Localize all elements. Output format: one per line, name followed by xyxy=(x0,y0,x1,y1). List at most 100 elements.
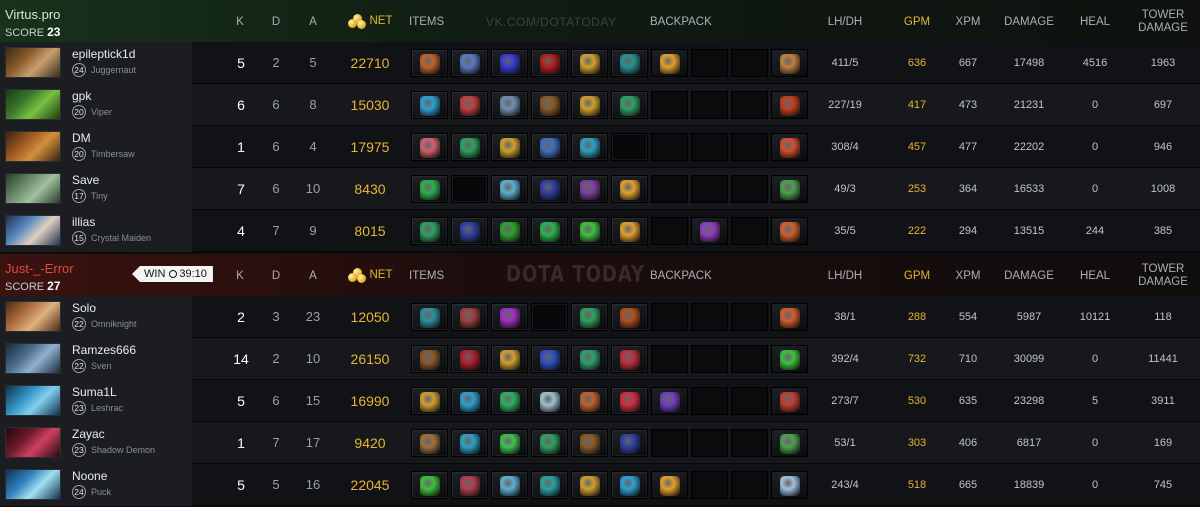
item-slot[interactable] xyxy=(531,387,568,415)
item-slot[interactable] xyxy=(411,217,448,245)
item-slot[interactable] xyxy=(571,49,608,77)
player-row[interactable]: Solo 22 Omniknight 2 3 23 12050 38/1 288 554 5987 1… xyxy=(0,296,1200,338)
item-slot[interactable] xyxy=(531,49,568,77)
item-slot[interactable] xyxy=(411,175,448,203)
player-row[interactable]: illias 15 Crystal Maiden 4 7 9 8015 35/5 222 294 1… xyxy=(0,210,1200,252)
player-row[interactable]: Save 17 Tiny 7 6 10 8430 49/3 253 364 16533 0 1008 xyxy=(0,168,1200,210)
player-row[interactable]: Suma1L 23 Leshrac 5 6 15 16990 273/7 530 635 23298… xyxy=(0,380,1200,422)
player-row[interactable]: epileptick1d 24 Juggernaut 5 2 5 22710 411/5 636… xyxy=(0,42,1200,84)
assists: 10 xyxy=(305,181,321,196)
item-slot[interactable] xyxy=(491,429,528,457)
item-slot[interactable] xyxy=(571,387,608,415)
item-icon xyxy=(580,434,600,454)
hero-damage: 13515 xyxy=(1013,225,1045,237)
item-slot[interactable] xyxy=(491,345,528,373)
item-slot[interactable] xyxy=(611,387,648,415)
item-slot[interactable] xyxy=(531,91,568,119)
backpack-slot[interactable] xyxy=(691,217,728,245)
last-hits-denies: 35/5 xyxy=(834,225,856,237)
item-slot[interactable] xyxy=(491,91,528,119)
item-slot[interactable] xyxy=(531,133,568,161)
item-slot[interactable] xyxy=(611,91,648,119)
net-worth: 8015 xyxy=(354,223,386,239)
item-slot[interactable] xyxy=(491,471,528,499)
item-slot[interactable] xyxy=(571,217,608,245)
item-slot[interactable] xyxy=(411,345,448,373)
net-worth: 22045 xyxy=(350,477,390,493)
item-slot[interactable] xyxy=(411,133,448,161)
kills: 14 xyxy=(233,351,249,367)
item-slot[interactable] xyxy=(451,91,488,119)
player-row[interactable]: Zayac 23 Shadow Demon 1 7 17 9420 53/1 303 406 681… xyxy=(0,422,1200,464)
item-slot[interactable] xyxy=(531,217,568,245)
item-slot[interactable] xyxy=(451,49,488,77)
item-slot[interactable] xyxy=(611,49,648,77)
item-slot[interactable] xyxy=(611,429,648,457)
item-slot[interactable] xyxy=(451,217,488,245)
backpack-slot xyxy=(731,471,768,499)
item-slot[interactable] xyxy=(451,429,488,457)
backpack-slot xyxy=(731,91,768,119)
player-row[interactable]: Ramzes666 22 Sven 14 2 10 26150 392/4 732 710 3009… xyxy=(0,338,1200,380)
item-slot[interactable] xyxy=(451,387,488,415)
item-slot[interactable] xyxy=(411,49,448,77)
item-slot[interactable] xyxy=(611,217,648,245)
neutral-item-slot[interactable] xyxy=(771,217,808,245)
item-slot[interactable] xyxy=(531,175,568,203)
player-row[interactable]: Noone 24 Puck 5 5 16 22045 243/4 518 665 18839 0 745 xyxy=(0,464,1200,506)
item-slot[interactable] xyxy=(491,217,528,245)
item-slot[interactable] xyxy=(451,471,488,499)
player-name: Ramzes666 xyxy=(72,343,137,357)
item-slot[interactable] xyxy=(531,345,568,373)
item-icon xyxy=(500,138,520,158)
item-slot[interactable] xyxy=(411,429,448,457)
item-slot[interactable] xyxy=(531,471,568,499)
item-slot[interactable] xyxy=(611,471,648,499)
neutral-item-slot[interactable] xyxy=(771,345,808,373)
backpack-slot[interactable] xyxy=(651,471,688,499)
player-row[interactable]: DM 20 Timbersaw 1 6 4 17975 308/4 457 477 22202 0 94… xyxy=(0,126,1200,168)
neutral-item-slot[interactable] xyxy=(771,471,808,499)
item-slot[interactable] xyxy=(571,175,608,203)
item-icon xyxy=(780,434,800,454)
neutral-item-slot[interactable] xyxy=(771,91,808,119)
item-slot[interactable] xyxy=(611,175,648,203)
item-slot[interactable] xyxy=(491,175,528,203)
neutral-item-slot[interactable] xyxy=(771,387,808,415)
item-slot[interactable] xyxy=(571,133,608,161)
backpack-slot[interactable] xyxy=(651,387,688,415)
player-row[interactable]: gpk 20 Viper 6 6 8 15030 227/19 417 473 21231 0 697 xyxy=(0,84,1200,126)
neutral-item-slot[interactable] xyxy=(771,303,808,331)
backpack-slot xyxy=(691,429,728,457)
item-slot[interactable] xyxy=(451,133,488,161)
neutral-item-slot[interactable] xyxy=(771,49,808,77)
item-slot[interactable] xyxy=(611,303,648,331)
neutral-item-slot[interactable] xyxy=(771,175,808,203)
item-slot[interactable] xyxy=(571,345,608,373)
item-slot xyxy=(531,303,568,331)
item-slot[interactable] xyxy=(491,49,528,77)
col-damage: DAMAGE xyxy=(1004,16,1054,28)
item-slot[interactable] xyxy=(611,345,648,373)
item-slot[interactable] xyxy=(571,471,608,499)
item-slot[interactable] xyxy=(571,429,608,457)
item-slot[interactable] xyxy=(451,345,488,373)
item-slot[interactable] xyxy=(531,429,568,457)
neutral-item-slot[interactable] xyxy=(771,133,808,161)
healing: 4516 xyxy=(1082,57,1108,69)
item-slot[interactable] xyxy=(571,91,608,119)
item-slot[interactable] xyxy=(411,303,448,331)
item-slot[interactable] xyxy=(451,303,488,331)
backpack-slot[interactable] xyxy=(651,49,688,77)
backpack-slot xyxy=(651,429,688,457)
item-slot[interactable] xyxy=(411,387,448,415)
item-slot[interactable] xyxy=(491,303,528,331)
neutral-item-slot[interactable] xyxy=(771,429,808,457)
item-slot[interactable] xyxy=(491,387,528,415)
item-slot[interactable] xyxy=(571,303,608,331)
item-slot[interactable] xyxy=(411,91,448,119)
item-slot[interactable] xyxy=(411,471,448,499)
item-slot[interactable] xyxy=(491,133,528,161)
xpm: 473 xyxy=(958,99,978,111)
item-icon xyxy=(620,180,640,200)
